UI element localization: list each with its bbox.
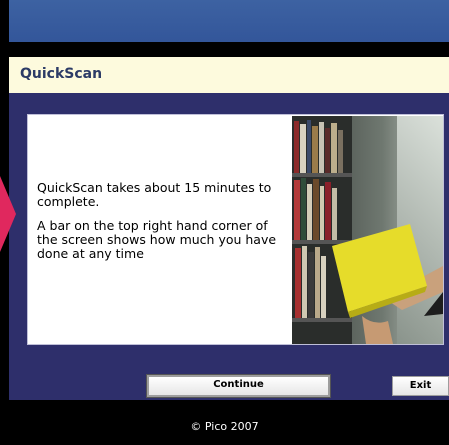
title-bar: QuickScan <box>9 57 449 93</box>
library-photo-image <box>292 116 443 344</box>
instruction-paragraph-duration: QuickScan takes about 15 minutes to comp… <box>37 180 272 209</box>
top-bar <box>9 0 449 42</box>
instruction-text: QuickScan takes about 15 minutes to comp… <box>37 181 277 271</box>
page-title: QuickScan <box>20 66 103 82</box>
content-panel: QuickScan takes about 15 minutes to comp… <box>27 114 444 345</box>
library-photo <box>292 116 443 344</box>
exit-button[interactable]: Exit <box>392 376 449 396</box>
copyright-footer: © Pico 2007 <box>190 420 259 433</box>
pink-arrow-icon <box>0 176 16 252</box>
instruction-paragraph-progress-bar: A bar on the top right hand corner of th… <box>37 218 277 261</box>
continue-button[interactable]: Continue <box>146 374 331 398</box>
